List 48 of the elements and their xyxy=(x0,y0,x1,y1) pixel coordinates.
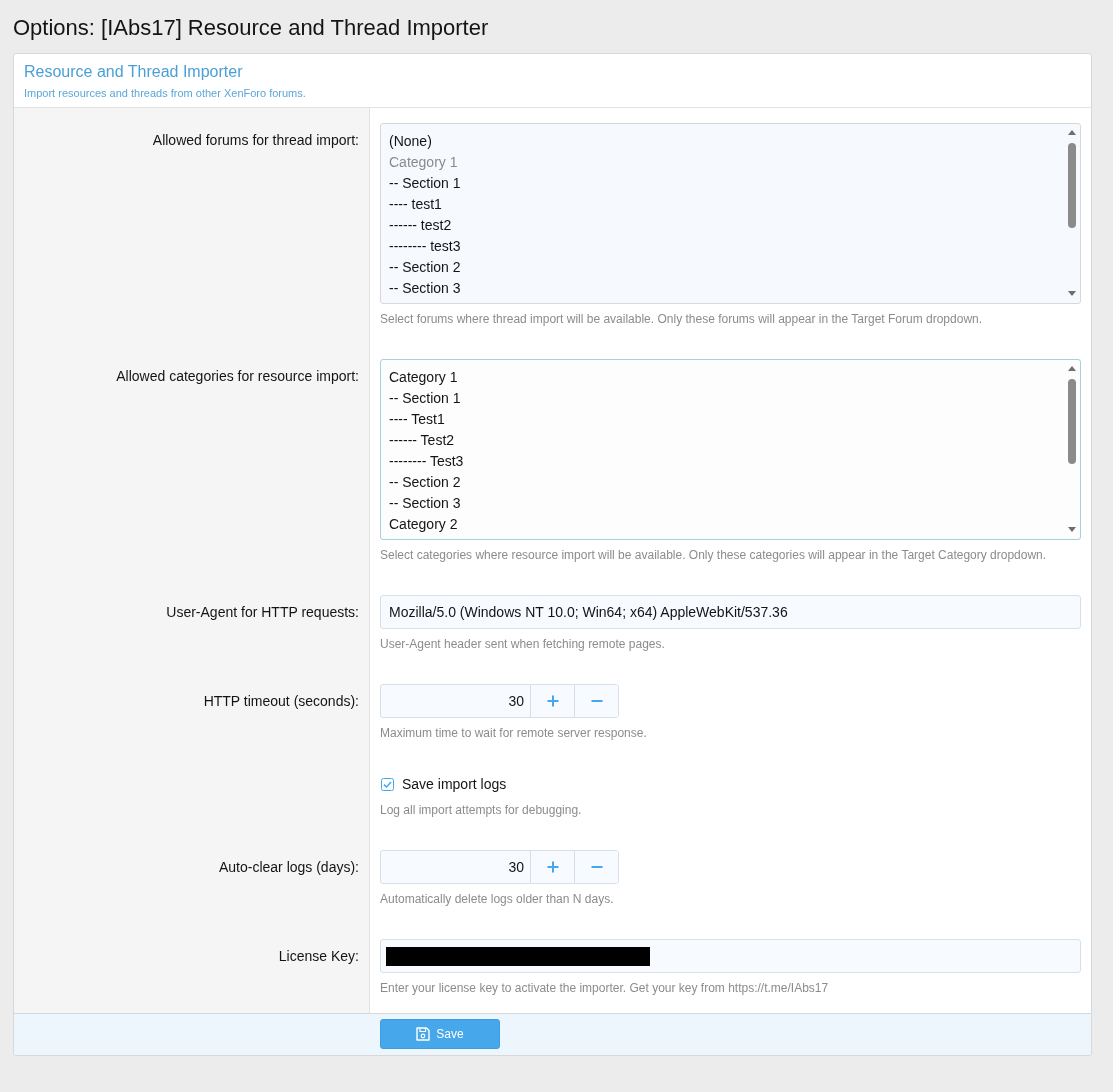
minus-icon xyxy=(590,866,603,868)
option-label: HTTP timeout (seconds): xyxy=(203,693,359,709)
list-option[interactable]: Category 2 xyxy=(389,514,458,535)
option-label: Allowed categories for resource import: xyxy=(116,368,359,384)
text-field[interactable] xyxy=(380,939,1081,973)
list-option[interactable]: -- Section 3 xyxy=(389,278,461,299)
list-option[interactable]: -- Section 2 xyxy=(389,257,461,278)
option-hint: Automatically delete logs older than N days. xyxy=(380,891,614,908)
option-hint: User-Agent header sent when fetching remote pages. xyxy=(380,636,665,653)
option-hint: Enter your license key to activate the importer. Get your key from https://t.me/IAbs17 xyxy=(380,980,829,997)
list-option[interactable]: -- Section 1 xyxy=(389,173,461,194)
number-field[interactable]: 30 xyxy=(381,685,530,717)
option-label: License Key: xyxy=(278,948,359,964)
list-option[interactable]: (None) xyxy=(389,131,432,152)
text-field[interactable]: Mozilla/5.0 (Windows NT 10.0; Win64; x64) AppleWebKit/537.36 xyxy=(380,595,1081,629)
block-title: Resource and Thread Importer xyxy=(24,62,243,82)
scroll-up-arrow-icon[interactable] xyxy=(1068,130,1076,135)
option-hint: Select categories where resource import will be available. Only these categories will appear in the Target Category dropdown. xyxy=(380,547,1047,564)
number-field[interactable]: 30 xyxy=(381,851,530,883)
list-option[interactable]: ---- Test1 xyxy=(389,409,445,430)
option-label: Auto-clear logs (days): xyxy=(218,859,359,875)
option-hint: Select forums where thread import will be available. Only these forums will appear in the Target Forum dropdown. xyxy=(380,311,983,328)
plus-icon xyxy=(546,861,559,873)
checkbox[interactable] xyxy=(381,777,394,791)
list-option[interactable]: -------- Test3 xyxy=(389,451,464,472)
listbox[interactable]: Category 1 -- Section 1 ---- Test1 ------ Test2 -------- Test3 -- Section 2 -- Section 3 Category 2 xyxy=(380,359,1081,540)
plus-icon xyxy=(546,695,559,707)
list-option[interactable]: -------- test3 xyxy=(389,236,461,257)
checkbox-label[interactable]: Save import logs xyxy=(402,773,507,795)
list-option[interactable]: -- Section 1 xyxy=(389,388,461,409)
option-label: Allowed forums for thread import: xyxy=(152,132,359,148)
list-option[interactable]: -- Section 2 xyxy=(389,472,461,493)
list-option[interactable]: ------ test2 xyxy=(389,215,452,236)
option-label: User-Agent for HTTP requests: xyxy=(166,604,359,620)
scroll-down-arrow-icon[interactable] xyxy=(1068,527,1076,532)
page-title: Options: [IAbs17] Resource and Thread Importer xyxy=(13,14,490,42)
option-hint: Log all import attempts for debugging. xyxy=(380,802,582,819)
list-option[interactable]: Category 1 xyxy=(389,367,458,388)
list-option[interactable]: ---- test1 xyxy=(389,194,442,215)
block-description: Import resources and threads from other XenForo forums. xyxy=(24,86,306,100)
option-hint: Maximum time to wait for remote server response. xyxy=(380,725,647,742)
list-option[interactable]: -- Section 3 xyxy=(389,493,461,514)
scrollbar-thumb[interactable] xyxy=(1068,143,1076,228)
scroll-up-arrow-icon[interactable] xyxy=(1068,366,1076,371)
list-option[interactable]: ------ Test2 xyxy=(389,430,455,451)
scroll-down-arrow-icon[interactable] xyxy=(1068,291,1076,296)
minus-icon xyxy=(590,700,603,702)
scrollbar-thumb[interactable] xyxy=(1068,379,1076,464)
